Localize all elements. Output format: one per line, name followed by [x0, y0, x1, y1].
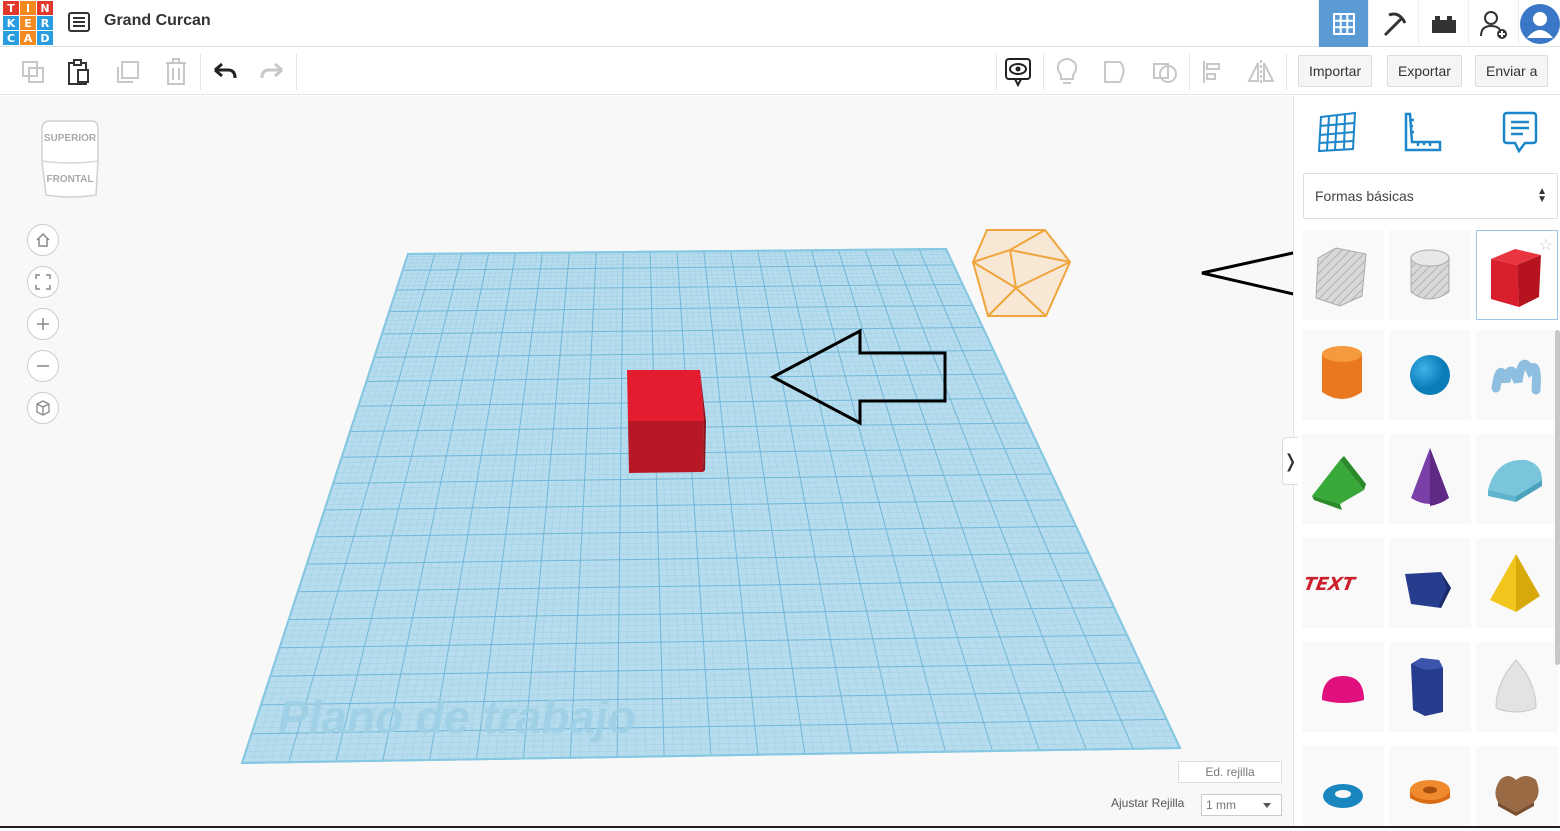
mirror-icon[interactable]	[1246, 57, 1276, 87]
top-bar: TIN KER CAD Grand Curcan	[0, 0, 1560, 47]
shape-cone[interactable]	[1389, 434, 1471, 524]
shape-box[interactable]: ☆	[1476, 230, 1558, 320]
shape-roof[interactable]	[1302, 434, 1384, 524]
logo-letter: A	[20, 31, 36, 45]
align-icon[interactable]	[1199, 57, 1229, 87]
shape-round-roof[interactable]	[1476, 434, 1558, 524]
3d-design-icon[interactable]	[1318, 0, 1368, 47]
show-hide-icon[interactable]	[1003, 57, 1033, 87]
shape-half-sphere[interactable]	[1302, 642, 1384, 732]
notes-icon[interactable]	[1498, 110, 1542, 154]
export-button[interactable]: Exportar	[1387, 55, 1462, 87]
workplane-scene: Plano de trabajo	[240, 229, 1182, 765]
logo-letter: I	[20, 1, 36, 15]
logo-letter: D	[37, 31, 53, 45]
shape-cylinder[interactable]	[1302, 330, 1384, 420]
copy-icon[interactable]	[18, 57, 48, 87]
shape-pyramid[interactable]	[1476, 538, 1558, 628]
logo-letter: K	[3, 16, 19, 30]
add-user-icon[interactable]	[1468, 0, 1518, 47]
shape-prism[interactable]	[1389, 538, 1471, 628]
send-to-button[interactable]: Enviar a	[1475, 55, 1549, 87]
undo-icon[interactable]	[210, 57, 240, 87]
shape-heart[interactable]	[1476, 746, 1558, 831]
workplane-tool-icon[interactable]	[1316, 110, 1360, 154]
pickaxe-icon[interactable]	[1368, 0, 1418, 47]
design-title[interactable]: Grand Curcan	[104, 12, 211, 30]
import-button[interactable]: Importar	[1298, 55, 1373, 87]
shape-cylinder-hole[interactable]	[1389, 230, 1471, 320]
shape-tube[interactable]	[1389, 746, 1471, 831]
snap-grid-value: 1 mm	[1206, 798, 1236, 812]
ungroup-icon[interactable]	[1150, 57, 1180, 87]
bulb-icon[interactable]	[1052, 57, 1082, 87]
shapes-panel: Formas básicas ▲ ▼ ☆ TEXT	[1293, 96, 1560, 831]
orange-ghost-cube[interactable]	[971, 229, 1072, 317]
caret-icon	[1263, 803, 1271, 808]
logo-letter: T	[3, 1, 19, 15]
ruler-icon[interactable]	[1400, 110, 1444, 154]
toolbar: Importar Exportar Enviar a	[0, 48, 1560, 95]
updown-icon: ▲ ▼	[1537, 186, 1547, 205]
panel-collapse-button[interactable]: ❭	[1282, 437, 1298, 485]
shape-scribble[interactable]	[1476, 330, 1558, 420]
snap-grid-label: Ajustar Rejilla	[1111, 796, 1185, 810]
shape-box-hole[interactable]	[1302, 230, 1384, 320]
logo-letter: N	[37, 1, 53, 15]
panel-scrollbar[interactable]	[1555, 330, 1560, 665]
paste-icon[interactable]	[64, 57, 94, 87]
avatar-icon[interactable]	[1518, 0, 1560, 47]
group-icon[interactable]	[1101, 57, 1131, 87]
workplane-label: Plano de trabajo	[278, 691, 636, 743]
logo-letter: C	[3, 31, 19, 45]
red-box-shape[interactable]	[627, 370, 706, 473]
svg-text:TEXT: TEXT	[1302, 574, 1358, 595]
bottom-border	[0, 826, 1560, 831]
redo-icon[interactable]	[257, 57, 287, 87]
delete-icon[interactable]	[161, 57, 191, 87]
shape-paraboloid[interactable]	[1476, 642, 1558, 732]
shape-category-select[interactable]: Formas básicas ▲ ▼	[1303, 173, 1558, 219]
design-list-icon[interactable]	[68, 12, 90, 32]
shape-text[interactable]: TEXT	[1302, 538, 1384, 628]
logo-letter: E	[20, 16, 36, 30]
logo-letter: R	[37, 16, 53, 30]
shape-sphere[interactable]	[1389, 330, 1471, 420]
bricks-icon[interactable]	[1418, 0, 1468, 47]
snap-grid-select[interactable]: 1 mm	[1201, 794, 1282, 816]
shape-category-value: Formas básicas	[1315, 188, 1414, 204]
star-icon[interactable]: ☆	[1539, 235, 1553, 255]
shape-torus[interactable]	[1302, 746, 1384, 831]
tinkercad-logo[interactable]: TIN KER CAD	[3, 1, 53, 45]
shape-polygon[interactable]	[1389, 642, 1471, 732]
edit-grid-button[interactable]: Ed. rejilla	[1178, 761, 1282, 783]
duplicate-icon[interactable]	[113, 57, 143, 87]
